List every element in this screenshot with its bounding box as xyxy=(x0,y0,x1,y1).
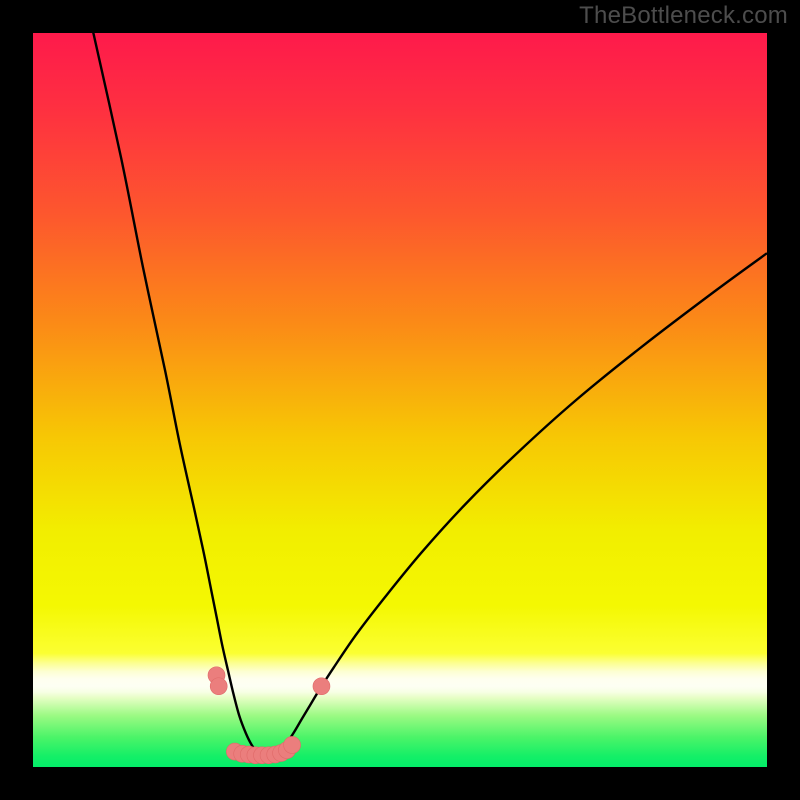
right-curve xyxy=(272,253,767,755)
data-marker xyxy=(313,678,330,695)
marker-group xyxy=(208,667,330,764)
watermark-text: TheBottleneck.com xyxy=(579,2,788,30)
curve-layer xyxy=(33,33,767,767)
left-curve xyxy=(92,33,264,755)
data-marker xyxy=(210,678,227,695)
plot-area xyxy=(33,33,767,767)
data-marker xyxy=(284,736,301,753)
chart-frame: TheBottleneck.com xyxy=(0,0,800,800)
